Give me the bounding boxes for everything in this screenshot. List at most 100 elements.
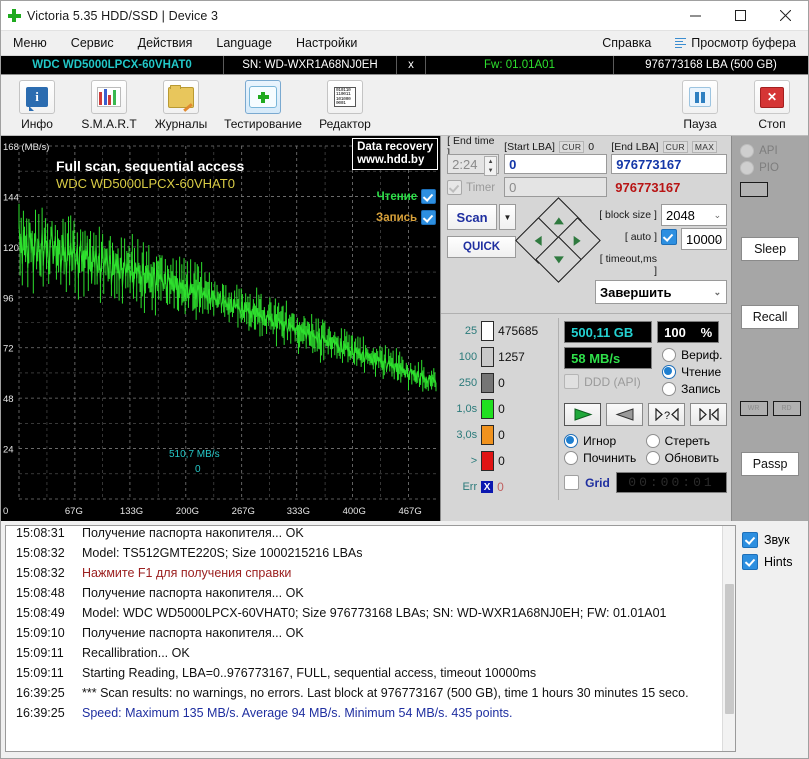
menu-item-language[interactable]: Language	[204, 31, 284, 55]
write-toggle-row[interactable]: Запись	[376, 210, 437, 225]
action-repair[interactable]: Починить	[564, 449, 646, 466]
timeout-select[interactable]: 10000 ⌄	[680, 228, 728, 250]
scan-graph[interactable]: 168 (MB/s) 144 120 96 72 48 24 0 67G 133G 200G 267G…	[1, 136, 442, 521]
mode-write[interactable]: Запись	[662, 380, 722, 397]
quick-button[interactable]: QUICK	[447, 236, 517, 258]
svg-text:120: 120	[3, 243, 19, 254]
ddd-api-row[interactable]: DDD (API)	[564, 374, 652, 389]
defect-action-group: Игнор Стереть Починить Обновить	[564, 432, 727, 466]
menu-bar: Меню Сервис Действия Language Настройки …	[1, 31, 808, 56]
transport-buttons: ?	[564, 403, 728, 426]
toolbar-button-info[interactable]: Инфо	[1, 78, 73, 131]
timer-checkbox[interactable]	[447, 180, 463, 195]
auto-checkbox[interactable]	[660, 229, 677, 245]
speed-note: 510,7 MB/s	[169, 449, 220, 460]
toolbar-label-smart: S.M.A.R.T	[81, 117, 137, 131]
radio-read[interactable]	[662, 364, 677, 379]
start-lba-input[interactable]: 0	[504, 154, 608, 174]
radio-write[interactable]	[662, 381, 677, 396]
sound-checkbox[interactable]	[742, 532, 758, 548]
scan-button[interactable]: Scan	[447, 204, 498, 230]
start-lba-cur-tag[interactable]: CUR	[558, 141, 585, 153]
hints-checkbox[interactable]	[742, 554, 758, 570]
grid-checkbox[interactable]	[564, 475, 580, 490]
toolbar-button-testing[interactable]: Тестирование	[217, 78, 309, 131]
radio-repair[interactable]	[564, 450, 579, 465]
action-refresh[interactable]: Обновить	[645, 449, 728, 466]
seek-end-button[interactable]	[690, 403, 728, 426]
wr-button[interactable]: WR	[739, 401, 768, 416]
action-ignore[interactable]: Игнор	[564, 432, 646, 449]
toolbar-button-smart[interactable]: S.M.A.R.T	[73, 78, 145, 131]
log-scrollbar[interactable]	[722, 526, 735, 751]
sleep-button[interactable]: Sleep	[741, 237, 800, 261]
ddd-api-checkbox[interactable]	[564, 374, 580, 389]
seek-question-button[interactable]: ?	[648, 403, 686, 426]
counter-swatch	[481, 425, 495, 445]
menu-item-buffer-view[interactable]: Просмотр буфера	[663, 31, 808, 55]
log-timestamp: 15:09:10	[16, 626, 65, 640]
menu-item-service[interactable]: Сервис	[59, 31, 126, 55]
log-timestamp: 15:08:48	[16, 586, 65, 600]
log-timestamp: 15:09:11	[16, 646, 64, 660]
toolbar-button-stop[interactable]: ✕ Стоп	[736, 78, 808, 131]
end-time-spinner[interactable]: ▲ ▼	[484, 156, 498, 176]
sound-option[interactable]: Звук	[742, 529, 808, 551]
device-serial: SN: WD-WXR1A68NJ0EH	[224, 56, 397, 74]
toolbar-button-editor[interactable]: 010110 110011 101000 0001 Редактор	[309, 78, 381, 131]
svg-text:0: 0	[3, 506, 8, 517]
log-timestamp: 16:39:25	[16, 706, 65, 720]
play-forward-button[interactable]	[564, 403, 602, 426]
radio-pio[interactable]	[740, 160, 755, 175]
play-back-button[interactable]	[606, 403, 644, 426]
mode-read[interactable]: Чтение	[662, 363, 722, 380]
read-checkbox[interactable]	[421, 189, 437, 204]
end-lba-max-tag[interactable]: MAX	[691, 141, 718, 153]
close-button[interactable]	[763, 1, 808, 30]
status-mini-box[interactable]	[740, 182, 769, 197]
rd-button[interactable]: RD	[772, 401, 801, 416]
end-lba-input[interactable]: 976773167	[611, 154, 728, 174]
write-checkbox[interactable]	[421, 210, 437, 225]
log-timestamp: 15:09:11	[16, 666, 64, 680]
menu-item-actions[interactable]: Действия	[126, 31, 205, 55]
hints-option[interactable]: Hints	[742, 551, 808, 573]
device-close-x[interactable]: x	[397, 56, 426, 74]
svg-text:67G: 67G	[65, 506, 83, 517]
passport-button[interactable]: Passp	[741, 452, 800, 476]
finish-select[interactable]: Завершить ⌄	[594, 280, 728, 304]
menu-item-help[interactable]: Справка	[590, 31, 663, 55]
scan-dropdown-arrow[interactable]: ▼	[499, 204, 517, 230]
radio-api[interactable]	[740, 143, 755, 158]
end-lba-cur-tag[interactable]: CUR	[662, 141, 688, 153]
maximize-button[interactable]	[718, 1, 763, 30]
minimize-button[interactable]	[673, 1, 718, 30]
action-erase[interactable]: Стереть	[645, 432, 728, 449]
pio-mode-row[interactable]: PIO	[732, 159, 808, 176]
timer-input[interactable]: 0	[504, 177, 608, 197]
menu-item-settings[interactable]: Настройки	[284, 31, 369, 55]
mode-verify[interactable]: Вериф.	[662, 346, 722, 363]
block-size-select[interactable]: 2048 ⌄	[660, 204, 728, 226]
radio-refresh[interactable]	[645, 450, 660, 465]
menu-item-menu[interactable]: Меню	[1, 31, 59, 55]
end-time-field[interactable]: 2:24 ▲ ▼	[447, 154, 500, 176]
read-label: Чтение	[376, 190, 418, 203]
log-scroll-thumb[interactable]	[725, 584, 734, 714]
mode-read-label: Чтение	[681, 364, 722, 379]
toolbar-button-pause[interactable]: Пауза	[664, 78, 736, 131]
control-panel: [ End time ] 2:24 ▲▼ [Start LBA] CUR 0	[441, 135, 733, 521]
arrow-up-icon	[553, 217, 564, 224]
smart-bars-icon	[97, 87, 121, 107]
toolbar-button-logs[interactable]: Журналы	[145, 78, 217, 131]
radio-ignore[interactable]	[564, 433, 579, 448]
end-lba-secondary: 976773167	[611, 177, 727, 197]
log-message: Получение паспорта накопителя... OK	[82, 526, 304, 540]
navigation-dpad[interactable]	[515, 197, 601, 283]
recall-button[interactable]: Recall	[741, 305, 800, 329]
read-toggle-row[interactable]: Чтение	[377, 189, 437, 204]
log-list[interactable]: 15:08:31 Получение паспорта накопителя...…	[5, 525, 736, 752]
radio-verify[interactable]	[662, 347, 677, 362]
api-mode-row[interactable]: API	[732, 142, 808, 159]
radio-erase[interactable]	[645, 433, 660, 448]
